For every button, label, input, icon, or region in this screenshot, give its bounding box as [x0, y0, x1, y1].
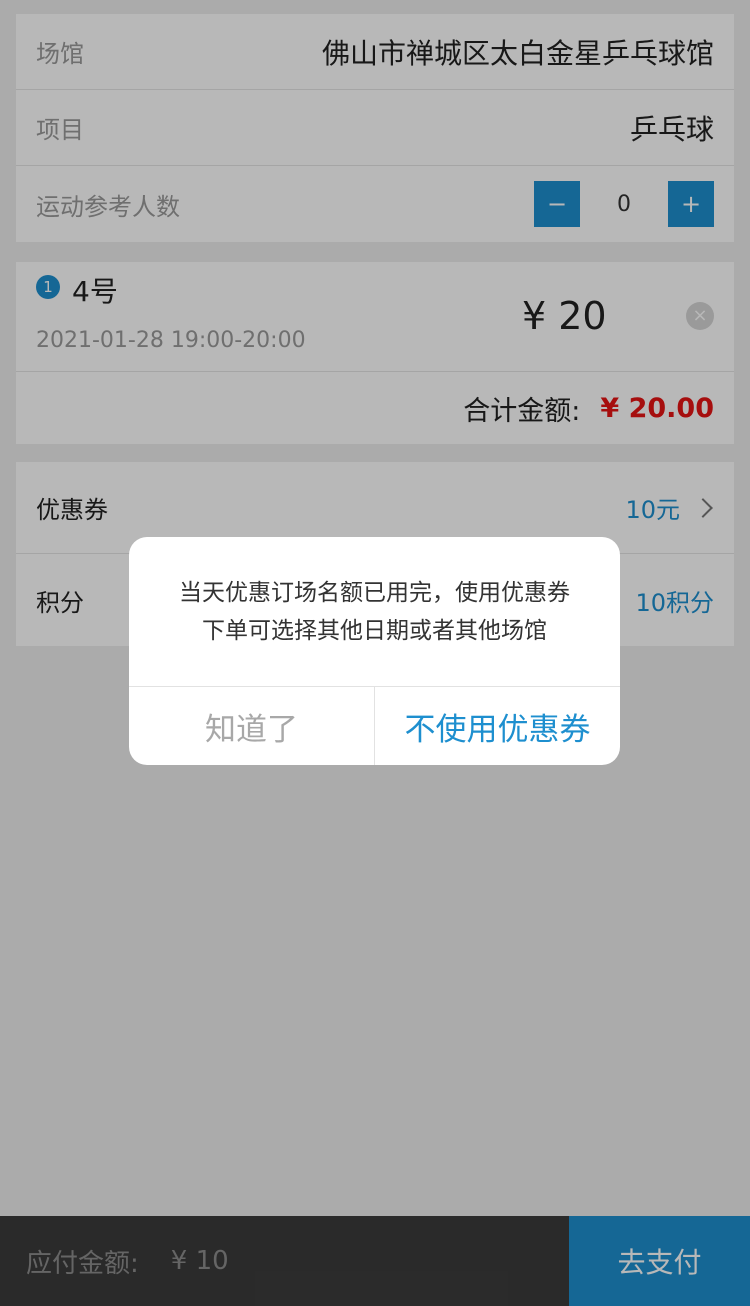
order-confirm-page: 场馆 佛山市禅城区太白金星乒乓球馆 项目 乒乓球 运动参考人数 − 0 + 1 …	[0, 0, 750, 1306]
dialog-message: 当天优惠订场名额已用完，使用优惠券 下单可选择其他日期或者其他场馆	[129, 537, 620, 687]
dialog-message-line: 当天优惠订场名额已用完，使用优惠券	[179, 579, 570, 606]
coupon-alert-dialog: 当天优惠订场名额已用完，使用优惠券 下单可选择其他日期或者其他场馆 知道了 不使…	[129, 537, 620, 765]
dialog-message-line: 下单可选择其他日期或者其他场馆	[202, 617, 547, 644]
dismiss-button[interactable]: 知道了	[129, 687, 375, 765]
dialog-actions: 知道了 不使用优惠券	[129, 687, 620, 765]
no-coupon-button[interactable]: 不使用优惠券	[375, 687, 620, 765]
